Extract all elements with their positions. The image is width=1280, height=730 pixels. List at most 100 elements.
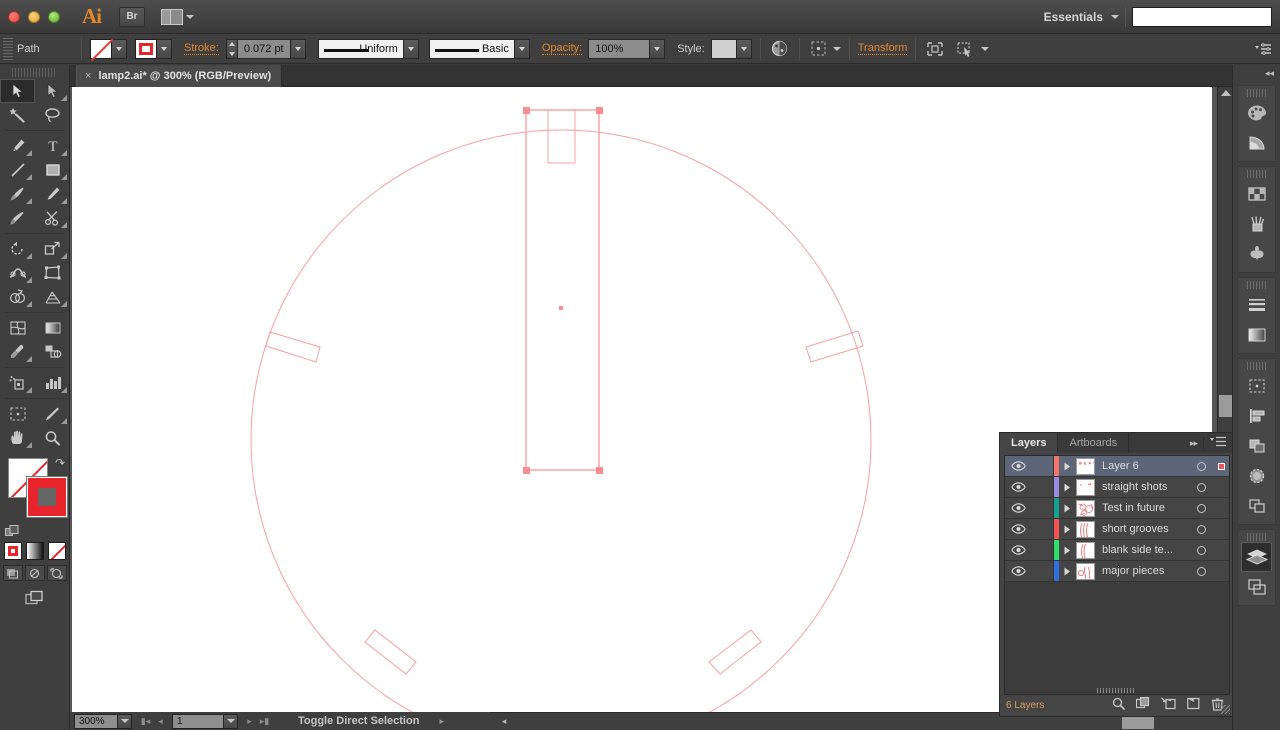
target-circle-icon[interactable] <box>1189 503 1213 513</box>
workspace-switcher[interactable]: Essentials <box>1036 10 1111 24</box>
pencil-tool[interactable] <box>35 182 70 206</box>
search-input[interactable] <box>1132 6 1272 27</box>
stroke-dropdown-button[interactable] <box>157 38 172 59</box>
opacity-dropdown[interactable] <box>650 38 666 59</box>
scroll-up-icon[interactable] <box>1221 90 1231 96</box>
disclosure-triangle-icon[interactable] <box>1059 504 1076 513</box>
align-objects-icon[interactable] <box>808 38 830 60</box>
layers-panel-icon[interactable] <box>1241 542 1272 572</box>
tab-layers[interactable]: Layers <box>1000 433 1059 453</box>
mesh-tool[interactable] <box>0 316 35 340</box>
layers-panel-resize-grip[interactable] <box>1097 688 1135 693</box>
hand-tool[interactable] <box>0 426 35 450</box>
slice-tool[interactable] <box>35 402 70 426</box>
select-similar-icon[interactable] <box>954 38 976 60</box>
free-transform-tool[interactable] <box>35 261 70 285</box>
create-new-sublayer-icon[interactable] <box>1161 697 1176 713</box>
status-menu-icon[interactable]: ▸ <box>439 716 444 727</box>
shape-builder-tool[interactable] <box>0 285 35 309</box>
type-tool[interactable]: T <box>35 134 70 158</box>
locate-object-icon[interactable] <box>1112 697 1125 713</box>
pen-tool[interactable] <box>0 134 35 158</box>
graphic-style-dropdown[interactable] <box>736 38 752 59</box>
color-panel-icon[interactable] <box>1238 98 1275 128</box>
layer-name[interactable]: short grooves <box>1102 523 1189 535</box>
disclosure-triangle-icon[interactable] <box>1059 483 1076 492</box>
graphic-style-swatch[interactable] <box>710 38 737 59</box>
minimize-window-button[interactable] <box>28 10 40 23</box>
create-new-layer-icon[interactable] <box>1187 697 1200 713</box>
tools-panel-grip[interactable] <box>12 68 57 77</box>
dock-group-grip[interactable] <box>1247 89 1266 97</box>
lock-toggle[interactable] <box>1032 561 1054 581</box>
control-bar-grip[interactable] <box>3 37 13 60</box>
previous-page-icon[interactable]: ◂ <box>153 714 168 729</box>
artboards-panel-icon[interactable] <box>1238 572 1275 602</box>
visibility-toggle-icon[interactable] <box>1005 461 1032 471</box>
target-circle-icon[interactable] <box>1189 545 1213 555</box>
eraser-scissors-tool[interactable] <box>35 206 70 230</box>
stroke-red-swatch[interactable] <box>135 38 157 59</box>
lock-toggle[interactable] <box>1032 456 1054 476</box>
scale-tool[interactable] <box>35 237 70 261</box>
expand-dock-icon[interactable]: ▸▸ <box>1190 438 1198 449</box>
arrange-documents-button[interactable] <box>161 8 194 25</box>
fill-none-swatch[interactable] <box>90 38 112 59</box>
layer-name[interactable]: Test in future <box>1102 502 1189 514</box>
disclosure-triangle-icon[interactable] <box>1059 462 1076 471</box>
stroke-label[interactable]: Stroke: <box>184 42 219 55</box>
scroll-left-icon[interactable]: ◂ <box>495 712 513 730</box>
layer-row-5[interactable]: major pieces <box>1005 561 1229 582</box>
opacity-label[interactable]: Opacity: <box>541 42 583 55</box>
swap-fill-stroke-icon[interactable]: ↷ <box>55 456 65 470</box>
brushes-panel-icon[interactable] <box>1238 209 1275 239</box>
transparency-panel-icon[interactable] <box>1238 461 1275 491</box>
dock-group-grip[interactable] <box>1247 362 1266 370</box>
lasso-tool[interactable] <box>35 103 70 127</box>
brush-definition-select[interactable]: Basic <box>428 38 515 59</box>
color-mode-button[interactable] <box>3 542 22 560</box>
column-graph-tool[interactable] <box>35 371 70 395</box>
stroke-weight-input[interactable]: 0.072 pt <box>236 38 291 59</box>
appearance-panel-icon[interactable] <box>1238 491 1275 521</box>
none-mode-button[interactable] <box>47 542 66 560</box>
visibility-toggle-icon[interactable] <box>1005 482 1032 492</box>
selection-indicator[interactable] <box>1213 462 1229 470</box>
visibility-toggle-icon[interactable] <box>1005 503 1032 513</box>
lock-toggle[interactable] <box>1032 519 1054 539</box>
magic-wand-tool[interactable] <box>0 103 35 127</box>
layer-name[interactable]: Layer 6 <box>1102 460 1189 472</box>
go-to-bridge-button[interactable]: Br <box>119 6 145 27</box>
width-tool[interactable] <box>0 261 35 285</box>
chevron-down-icon[interactable] <box>981 46 990 51</box>
gradient-mode-button[interactable] <box>25 542 44 560</box>
disclosure-triangle-icon[interactable] <box>1059 546 1076 555</box>
layer-row-3[interactable]: short grooves <box>1005 519 1229 540</box>
layer-name[interactable]: straight shots <box>1102 481 1189 493</box>
lock-toggle[interactable] <box>1032 477 1054 497</box>
target-circle-icon[interactable] <box>1189 461 1213 471</box>
paintbrush-tool[interactable] <box>0 182 35 206</box>
symbol-sprayer-tool[interactable] <box>0 371 35 395</box>
zoom-level-dropdown[interactable] <box>118 713 132 729</box>
eyedropper-tool[interactable] <box>0 340 35 364</box>
last-page-icon[interactable]: ▸▮ <box>257 714 272 729</box>
fill-dropdown-button[interactable] <box>112 38 127 59</box>
lock-toggle[interactable] <box>1032 540 1054 560</box>
disclosure-triangle-icon[interactable] <box>1059 567 1076 576</box>
disclosure-triangle-icon[interactable] <box>1059 525 1076 534</box>
recolor-artwork-icon[interactable] <box>769 38 791 60</box>
line-segment-tool[interactable] <box>0 158 35 182</box>
symbols-panel-icon[interactable] <box>1238 239 1275 269</box>
layer-row-1[interactable]: straight shots <box>1005 477 1229 498</box>
stroke-color-control[interactable] <box>135 38 172 59</box>
visibility-toggle-icon[interactable] <box>1005 566 1032 576</box>
target-circle-icon[interactable] <box>1189 566 1213 576</box>
change-screen-mode-button[interactable] <box>0 589 69 609</box>
transform-panel-icon[interactable] <box>1238 371 1275 401</box>
width-profile-dropdown[interactable] <box>403 38 419 59</box>
document-tab[interactable]: × lamp2.ai* @ 300% (RGB/Preview) <box>76 65 283 87</box>
layer-name[interactable]: blank side te... <box>1102 544 1189 556</box>
rectangle-tool[interactable] <box>35 158 70 182</box>
selection-tool[interactable] <box>0 79 35 103</box>
